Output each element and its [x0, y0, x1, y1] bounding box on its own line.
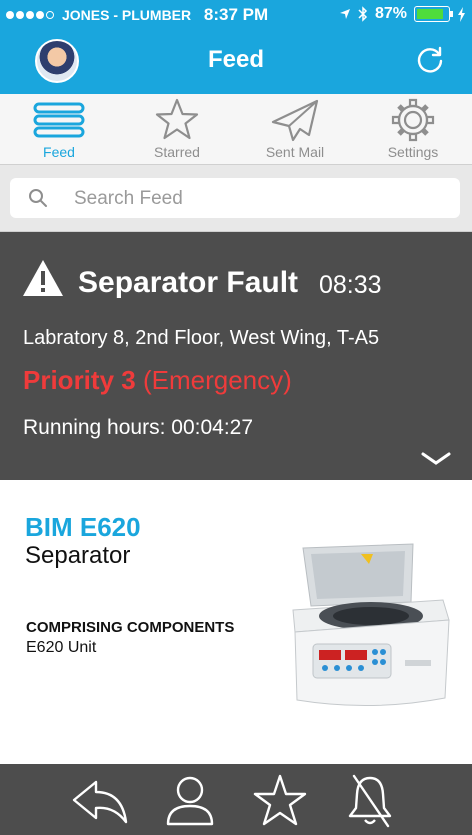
tab-settings-label: Settings: [387, 144, 439, 160]
bottom-toolbar: [0, 764, 472, 835]
search-input[interactable]: Search Feed: [10, 178, 460, 218]
status-right: 87%: [339, 5, 466, 23]
alert-title: Separator Fault: [78, 266, 299, 299]
warning-icon: [23, 260, 63, 296]
chevron-down-icon[interactable]: [421, 452, 451, 466]
user-icon[interactable]: [160, 772, 220, 828]
bluetooth-icon: [358, 6, 368, 22]
running-hours: Running hours: 00:04:27: [23, 416, 253, 440]
product-type: Separator: [25, 542, 131, 569]
status-bar: JONES - PLUMBER 8:37 PM 87%: [0, 0, 472, 30]
refresh-icon[interactable]: [414, 44, 446, 76]
tab-starred[interactable]: Starred: [118, 94, 236, 164]
components-heading: COMPRISING COMPONENTS: [26, 619, 235, 636]
location-arrow-icon: [339, 9, 350, 19]
tab-feed[interactable]: Feed: [0, 94, 118, 164]
star-icon[interactable]: [250, 772, 310, 828]
running-hours-label: Running hours:: [23, 416, 166, 439]
bell-off-icon[interactable]: [340, 772, 400, 828]
search-bar: Search Feed: [0, 165, 472, 232]
list-icon: [33, 102, 85, 138]
tab-sent-mail[interactable]: Sent Mail: [236, 94, 354, 164]
search-icon: [29, 189, 47, 207]
gear-icon: [391, 98, 435, 142]
star-icon: [155, 98, 199, 140]
alert-priority: Priority 3 (Emergency): [23, 365, 292, 396]
tab-sent-mail-label: Sent Mail: [265, 144, 325, 160]
separator-image: [292, 543, 450, 707]
charging-icon: [458, 6, 465, 22]
search-placeholder: Search Feed: [74, 188, 183, 209]
page-title: Feed: [207, 46, 264, 73]
alert-location: Labratory 8, 2nd Floor, West Wing, T-A5: [23, 327, 380, 349]
battery-percent: 87%: [374, 5, 407, 22]
tab-feed-label: Feed: [43, 144, 75, 160]
battery-icon: [414, 6, 453, 22]
product-name: BIM E620: [25, 512, 141, 542]
tab-settings[interactable]: Settings: [354, 94, 472, 164]
priority-label: Priority 3: [23, 365, 136, 395]
priority-level: (Emergency): [142, 365, 292, 395]
alert-card[interactable]: Separator Fault 08:33 Labratory 8, 2nd F…: [0, 232, 472, 480]
running-hours-value: 00:04:27: [171, 416, 254, 439]
product-card: BIM E620 Separator COMPRISING COMPONENTS…: [0, 480, 472, 764]
components-value: E620 Unit: [26, 639, 97, 656]
tab-starred-label: Starred: [154, 144, 200, 160]
nav-bar: Feed: [0, 30, 472, 94]
alert-time: 08:33: [319, 271, 382, 299]
paper-plane-icon: [271, 99, 319, 142]
reply-icon[interactable]: [70, 772, 130, 828]
tab-bar: Feed Starred Sent Mail Settings: [0, 94, 472, 165]
